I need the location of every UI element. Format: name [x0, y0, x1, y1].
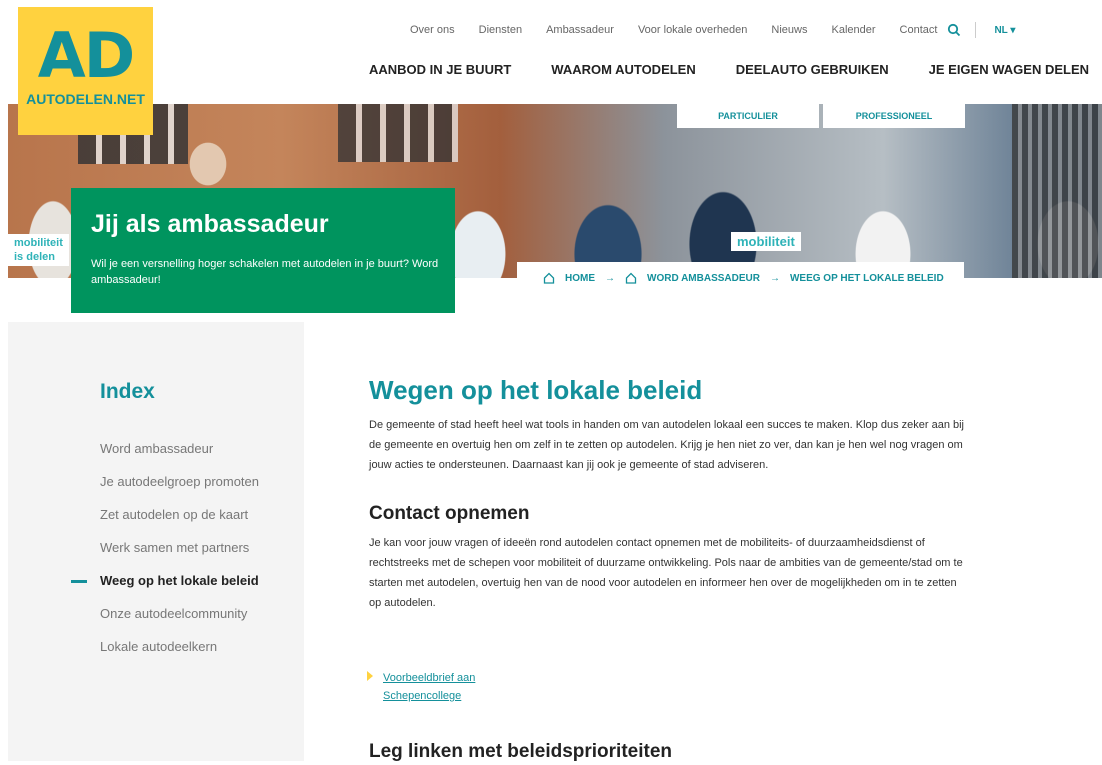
- topnav-over-ons[interactable]: Over ons: [410, 24, 455, 36]
- topnav-lokale-overheden[interactable]: Voor lokale overheden: [638, 24, 747, 36]
- section-contact-text: Je kan voor jouw vragen of ideeën rond a…: [369, 537, 963, 609]
- home-icon[interactable]: [543, 272, 555, 284]
- section-title-beleidsprioriteiten: Leg linken met beleidsprioriteiten: [369, 741, 673, 762]
- download-link-line1[interactable]: Voorbeeldbrief aan: [383, 672, 475, 684]
- tab-professioneel[interactable]: PROFESSIONEEL: [823, 104, 965, 128]
- bullet-icon: [367, 671, 373, 681]
- sidebar-item-autodeelkern[interactable]: Lokale autodeelkern: [100, 639, 259, 672]
- hero-sign-left: mobiliteit is delen: [8, 234, 69, 266]
- mainnav-deelauto-gebruiken[interactable]: DEELAUTO GEBRUIKEN: [736, 62, 889, 77]
- sidebar-list: Word ambassadeur Je autodeelgroep promot…: [70, 441, 259, 672]
- site-logo[interactable]: AD AUTODELEN.NET: [18, 7, 153, 135]
- sidebar-item-autodeelgroep-promoten[interactable]: Je autodeelgroep promoten: [100, 474, 259, 507]
- mainnav-waarom[interactable]: WAAROM AUTODELEN: [551, 62, 695, 77]
- logo-brand-text: AUTODELEN.NET: [26, 91, 145, 107]
- banner-subtitle: Wil je een versnelling hoger schakelen m…: [91, 258, 439, 286]
- page-title: Wegen op het lokale beleid: [369, 375, 703, 405]
- sidebar-title: Index: [100, 380, 155, 403]
- breadcrumb-current: WEEG OP HET LOKALE BELEID: [789, 272, 944, 284]
- page-icon: [625, 272, 637, 284]
- banner-title: Jij als ambassadeur: [91, 210, 329, 238]
- search-icon[interactable]: [947, 23, 961, 37]
- tab-particulier[interactable]: PARTICULIER: [677, 104, 819, 128]
- sidebar-item-community[interactable]: Onze autodeelcommunity: [100, 606, 259, 639]
- topnav-ambassadeur[interactable]: Ambassadeur: [546, 24, 614, 36]
- sidebar-index: Index Word ambassadeur Je autodeelgroep …: [8, 322, 304, 761]
- main-content: Wegen op het lokale beleid De gemeente o…: [367, 373, 969, 762]
- breadcrumb: HOME → WORD AMBASSADEUR → WEEG OP HET LO…: [517, 262, 964, 294]
- topnav-nieuws[interactable]: Nieuws: [771, 24, 807, 36]
- breadcrumb-home[interactable]: HOME: [565, 273, 595, 284]
- nav-divider: [975, 22, 977, 38]
- main-nav: AANBOD IN JE BUURT WAAROM AUTODELEN DEEL…: [369, 62, 1089, 77]
- breadcrumb-arrow-icon: →: [605, 272, 615, 284]
- mainnav-aanbod[interactable]: AANBOD IN JE BUURT: [369, 62, 511, 77]
- topnav-diensten[interactable]: Diensten: [479, 24, 522, 36]
- audience-tabs: PARTICULIER PROFESSIONEEL: [677, 104, 965, 128]
- top-utility-nav: Over ons Diensten Ambassadeur Voor lokal…: [410, 22, 1015, 38]
- download-link-line2[interactable]: Schepencollege: [383, 690, 461, 702]
- breadcrumb-parent[interactable]: WORD AMBASSADEUR: [647, 273, 760, 284]
- sidebar-item-word-ambassadeur[interactable]: Word ambassadeur: [100, 441, 259, 474]
- hero-sign-mid: mobiliteit: [731, 232, 801, 251]
- topnav-kalender[interactable]: Kalender: [831, 24, 875, 36]
- language-selector[interactable]: NL ▾: [994, 25, 1015, 36]
- hero-fence: [1012, 104, 1102, 278]
- sidebar-item-partners[interactable]: Werk samen met partners: [100, 540, 259, 573]
- breadcrumb-arrow-icon: →: [769, 272, 780, 284]
- intro-paragraph: De gemeente of stad heeft heel wat tools…: [369, 419, 964, 471]
- hero-sign-left-text: mobiliteit is delen: [14, 237, 63, 263]
- sidebar-item-lokale-beleid[interactable]: Weeg op het lokale beleid: [70, 573, 259, 606]
- mainnav-eigen-wagen-delen[interactable]: JE EIGEN WAGEN DELEN: [929, 62, 1089, 77]
- topnav-contact[interactable]: Contact: [900, 24, 938, 36]
- page-banner: Jij als ambassadeur Wil je een versnelli…: [71, 188, 455, 313]
- sidebar-item-op-de-kaart[interactable]: Zet autodelen op de kaart: [100, 507, 259, 540]
- logo-mark: AD: [37, 19, 135, 92]
- section-title-contact: Contact opnemen: [369, 503, 530, 524]
- download-link-block: Voorbeeldbrief aan Schepencollege: [367, 669, 475, 705]
